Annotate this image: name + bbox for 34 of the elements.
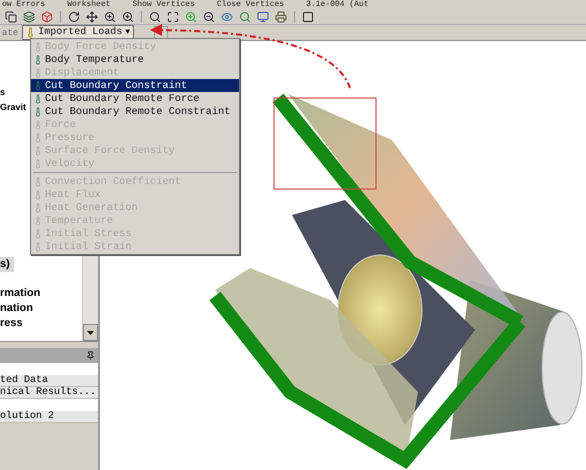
tree-item[interactable]: s [0,85,10,100]
zoom-in-icon[interactable] [121,10,135,24]
tree-item[interactable]: ress [0,316,27,331]
details-row: olution 2 [0,411,98,423]
details-row: nical Results... [0,387,98,399]
tree-item[interactable]: rmation [0,286,44,301]
search-icon[interactable] [148,10,162,24]
move-icon[interactable] [85,10,99,24]
monitor-icon[interactable] [256,10,270,24]
toolbar-label[interactable]: ow Errors [2,0,46,9]
tree-item[interactable]: s) [0,257,14,272]
tree-item[interactable]: nation [0,301,37,316]
zoom-box-icon[interactable] [166,10,180,24]
pin-icon[interactable] [86,351,95,360]
zoom-in-icon[interactable] [103,10,117,24]
toolbar-label[interactable]: 3.1e-004 (Aut [306,0,368,9]
menu-item[interactable]: Cut Boundary Remote Force [31,92,239,105]
zoom-out-icon[interactable] [202,10,216,24]
down-arrow-icon [87,330,94,334]
window-icon[interactable] [301,10,315,24]
rotate-icon[interactable] [67,10,81,24]
scroll-down-button[interactable] [83,324,98,341]
layers-icon[interactable] [22,10,36,24]
menu-item[interactable]: Cut Boundary Remote Constraint [31,105,239,118]
toolbar-label[interactable]: Show Vertices [132,0,195,9]
details-row: ted Data [0,375,98,387]
tree-item[interactable]: Gravit [0,100,30,115]
menu-item[interactable]: Body Temperature [31,53,239,66]
copy-icon[interactable] [4,10,18,24]
menu-item[interactable]: Cut Boundary Constraint [31,79,239,92]
cube-icon[interactable] [40,10,54,24]
toolbar-label[interactable]: Worksheet [67,0,110,9]
printer-icon[interactable] [274,10,288,24]
toolbar-label[interactable]: Close Vertices [216,0,284,9]
